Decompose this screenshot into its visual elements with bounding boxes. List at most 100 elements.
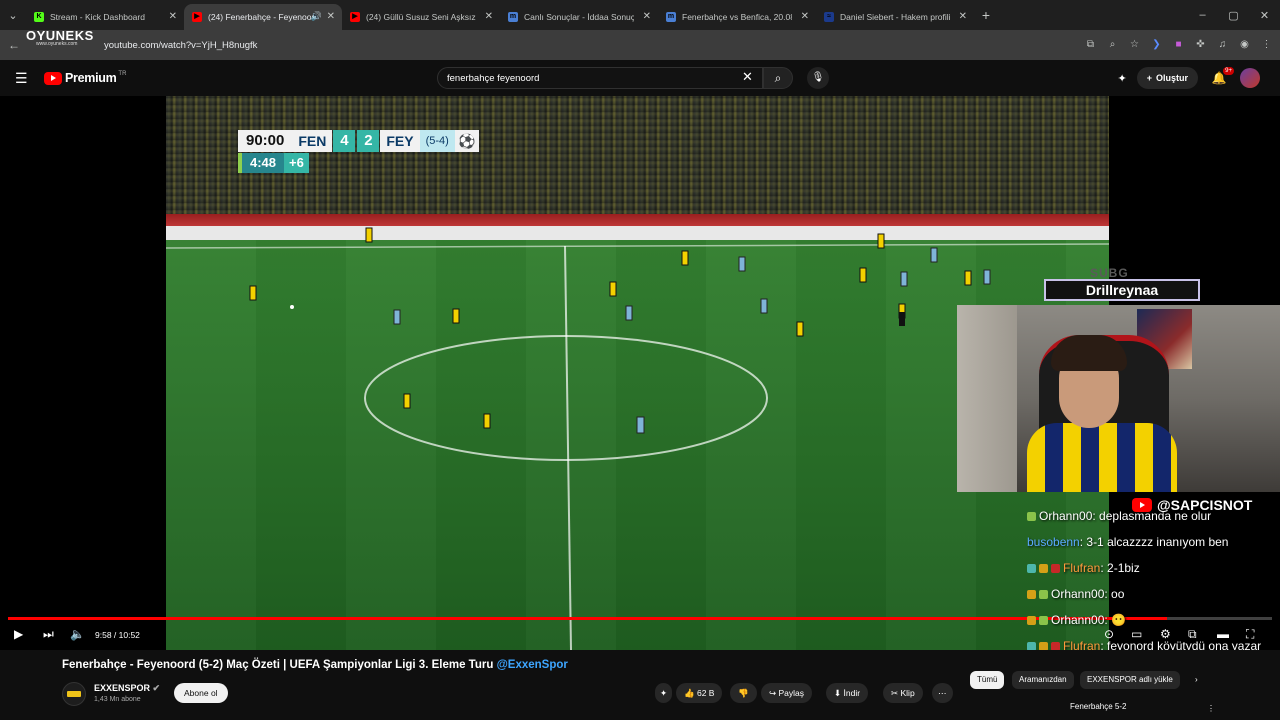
streamer-webcam [957,305,1280,492]
maximize-icon[interactable]: ▢ [1218,9,1249,22]
browser-tab[interactable]: ▶ (24) Fenerbahçe - Feyenoor 🔊 ✕ [184,4,342,30]
tab-close-icon[interactable]: ✕ [959,11,967,22]
voice-search-button[interactable]: 🎙 [807,67,829,89]
tab-title: Stream - Kick Dashboard [50,12,145,22]
away-score: 2 [357,130,380,152]
oyuneks-logo-sub: www.oyuneks.com [36,41,78,47]
chat-text: 3-1 alcazzzz inanıyom ben [1086,535,1229,549]
chat-badge-icon [1027,590,1036,599]
menu-icon[interactable]: ☰ [15,70,28,87]
url-field[interactable]: youtube.com/watch?v=YjH_H8nugfk [104,40,257,51]
tab-audio-icon[interactable]: 🔊 [311,11,322,22]
tab-close-icon[interactable]: ✕ [485,11,493,22]
aggregate-score: (5-4) [419,130,455,152]
chat-message: Flufran: 2-1biz [1027,561,1280,576]
youtube-header: ☰ Premium TR fenerbahçe feyenoord ✕ ⌕ 🎙 … [0,60,1280,96]
tab-close-icon[interactable]: ✕ [801,11,809,22]
browser-tab[interactable]: m Canlı Sonuçlar - İddaa Sonuçla ✕ [500,4,658,30]
chip-from-search[interactable]: Aramanızdan [1012,671,1074,689]
window-controls: – ▢ ✕ [1187,0,1280,30]
added-time: +6 [284,153,309,173]
suggested-video-title[interactable]: Fenerbahçe 5-2 [1070,702,1126,711]
tab-title: (24) Güllü Susuz Seni Aşksız Bıra [366,12,476,22]
download-button[interactable]: ⬇ İndir [826,683,869,703]
chat-username[interactable]: Flufran [1063,561,1100,575]
search-input[interactable]: fenerbahçe feyenoord [437,67,763,89]
download-icon: ⬇ [834,688,842,698]
share-button[interactable]: ↪ Paylaş [761,683,813,703]
chip-channel-uploads[interactable]: EXXENSPOR adlı yükle [1080,671,1180,689]
chat-username[interactable]: Orhann00 [1051,613,1104,627]
dislike-button[interactable]: 👎 [730,683,757,703]
tab-favicon-icon: ▶ [350,12,360,22]
browser-tab[interactable]: ▶ (24) Güllü Susuz Seni Aşksız Bıra ✕ [342,4,500,30]
screen: ⌄ K Stream - Kick Dashboard ✕ ▶ (24) Fenerba… [0,0,1280,720]
chat-message: Orhann00: oo [1027,587,1280,602]
browser-tab[interactable]: m Fenerbahçe vs Benfica, 20.08.20 ✕ [658,4,816,30]
channel-avatar[interactable] [62,682,86,706]
youtube-icon [1132,498,1152,512]
channel-name-text: EXXENSPOR [94,683,151,693]
like-button[interactable]: 👍 62 B [676,683,723,703]
more-actions-button[interactable]: ⋯ [932,683,953,703]
champions-league-ball-icon: ⚽ [454,130,479,152]
chips-next-icon[interactable]: › [1188,671,1205,689]
chat-username[interactable]: Orhann00 [1051,587,1104,601]
play-icon[interactable]: ▶ [14,627,23,641]
zoom-icon[interactable]: ⌕ [1105,37,1120,52]
streamer-name-plate: Drillreynaa [1044,279,1200,301]
notifications-button[interactable]: 🔔 9+ [1208,67,1234,85]
subscriber-count: 1,43 Mn abone [94,696,141,703]
profile-icon[interactable]: ◉ [1237,37,1252,52]
video-title-tag[interactable]: @ExxenSpor [497,659,568,671]
home-team: FEN [292,130,333,152]
next-icon[interactable]: ⏭ [43,627,54,642]
install-app-icon[interactable]: ⧉ [1083,37,1098,52]
home-score: 4 [333,130,356,152]
tab-favicon-icon: K [34,12,44,22]
tab-title: Daniel Siebert - Hakem profili | [840,12,950,22]
cast-icon[interactable]: ✦ [1118,72,1127,85]
microphone-icon: 🎙 [811,72,825,83]
verified-icon: ✔ [152,683,161,693]
new-tab-icon[interactable]: + [974,0,998,30]
notification-badge: 9+ [1223,67,1234,75]
back-arrow-icon[interactable]: ← [0,38,28,52]
chat-badge-icon [1051,564,1060,573]
channel-name[interactable]: EXXENSPOR ✔ [94,683,160,694]
close-window-icon[interactable]: ✕ [1249,9,1280,22]
extension-purple-icon[interactable]: ■ [1171,37,1186,52]
webcam-hair [1051,335,1127,371]
volume-icon[interactable]: 🔈 [70,627,85,641]
tab-close-icon[interactable]: ✕ [643,11,651,22]
browser-tab[interactable]: ≈ Daniel Siebert - Hakem profili | ✕ [816,4,974,30]
browser-tab[interactable]: K Stream - Kick Dashboard ✕ [26,4,184,30]
plus-icon: + [1146,73,1152,83]
suggestion-menu-icon[interactable]: ⋮ [1200,700,1222,718]
subscribe-button[interactable]: Abone ol [174,683,228,703]
youtube-logo[interactable]: Premium TR [44,71,126,85]
account-avatar[interactable] [1240,68,1260,88]
youtube-brand: Premium [65,71,117,85]
clear-search-icon[interactable]: ✕ [742,69,753,85]
media-control-icon[interactable]: ♫ [1215,37,1230,52]
bookmark-star-icon[interactable]: ☆ [1127,37,1142,52]
tab-close-icon[interactable]: ✕ [327,11,335,22]
create-button[interactable]: + Oluştur [1136,67,1198,89]
minimize-icon[interactable]: – [1187,9,1218,21]
tab-favicon-icon: ≈ [824,12,834,22]
search-button[interactable]: ⌕ [763,67,793,89]
match-scoreboard: 90:00 FEN 4 2 FEY (5-4) ⚽ 4:48 +6 [238,130,479,173]
browser-menu-icon[interactable]: ⋮ [1259,37,1274,52]
clip-button[interactable]: ✂ Klip [883,683,923,703]
chat-username[interactable]: Orhann00 [1039,509,1092,523]
tab-close-icon[interactable]: ✕ [169,11,177,22]
extension-blue-icon[interactable]: ❯ [1149,37,1164,52]
toolbar-icons: ⧉ ⌕ ☆ ❯ ■ ✜ ♫ ◉ ⋮ [1083,37,1274,52]
premium-icon-button[interactable]: ✦ [655,683,673,703]
chip-all[interactable]: Tümü [970,671,1005,689]
tab-favicon-icon: m [508,12,518,22]
chat-username[interactable]: busobenn [1027,535,1080,549]
tab-search-icon[interactable]: ⌄ [0,0,26,30]
extensions-puzzle-icon[interactable]: ✜ [1193,37,1208,52]
